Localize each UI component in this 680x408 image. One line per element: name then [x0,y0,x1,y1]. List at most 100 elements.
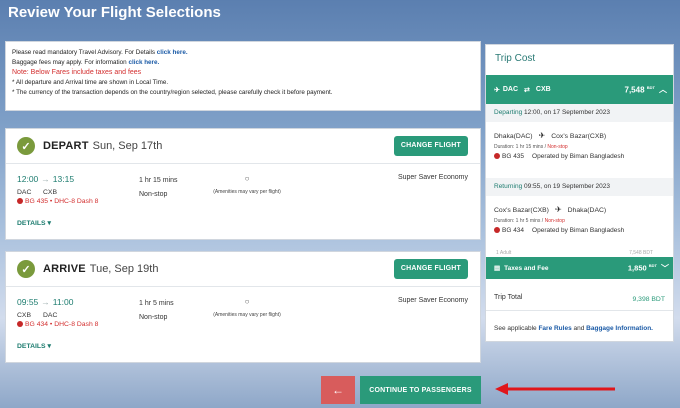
flight-number: BG 435 • DHC-8 Dash 8 [25,198,99,205]
tax-label: Taxes and Fee [504,264,549,272]
origin-code: DAC [17,189,32,196]
flight-duration: 1 hr 15 mins [139,177,178,184]
flight-number: BG 434 • DHC-8 Dash 8 [25,321,99,328]
segment-operator: BG 435 Operated by Biman Bangladesh [494,153,665,160]
plane-icon: ✈ [554,205,562,214]
trip-cost-title: Trip Cost [495,53,536,64]
departing-info: 12:00, on 17 September 2023 [524,109,611,116]
segment-duration-text: Duration: 1 hr 15 mins / [494,144,548,150]
returning-segment: Cox's Bazar(CXB) ✈ Dhaka(DAC) Duration: 1 … [486,196,673,252]
operator-name: Operated by Biman Bangladesh [532,153,625,160]
arrival-time: 11:00 [52,297,74,307]
tax-amount-value: 1,850 [627,263,647,273]
airline-info: BG 434 • DHC-8 Dash 8 [17,321,98,328]
arrow-right-icon: → [41,297,50,307]
local-time-note: * All departure and Arrival time are sho… [12,79,169,86]
stops: Non-stop [139,191,168,198]
return-flight-card: ✓ ARRIVE Tue, Sep 19th CHANGE FLIGHT 09:… [5,251,481,363]
segment-duration: Duration: 1 hr 15 mins / Non-stop [494,144,665,150]
change-flight-button[interactable]: CHANGE FLIGHT [393,136,468,156]
segment-to: Cox's Bazar(CXB) [551,133,607,140]
amenities: ○ (Amenities may vary per flight) [206,297,288,318]
route-summary-toggle[interactable]: ✈ DAC ⇄ CXB 7,548 BDT ︿ [486,75,673,104]
rules-pre: See applicable [494,325,539,332]
destination-code: CXB [43,189,57,196]
amenities-note: (Amenities may vary per flight) [213,189,281,195]
amenities: ○ (Amenities may vary per flight) [206,174,288,195]
back-button[interactable]: ← [321,376,355,404]
check-icon: ✓ [17,137,35,155]
destination-code: DAC [43,312,58,319]
segment-flight: BG 434 [502,227,525,234]
continue-to-passengers-button[interactable]: CONTINUE TO PASSENGERS [360,376,481,404]
amenities-note: (Amenities may vary per flight) [213,312,281,318]
check-icon: ✓ [17,260,35,278]
trip-total-row: Trip Total 9,398 BDT [486,289,673,311]
route-to: CXB [535,86,551,93]
departure-time: 12:00 [17,174,39,184]
airline-logo-icon [17,321,23,327]
baggage-line: Baggage fees may apply. For information … [12,58,474,68]
details-toggle[interactable]: DETAILS ▾ [17,342,51,350]
segment-from: Cox's Bazar(CXB) [494,207,549,214]
route-from: DAC [502,86,519,93]
departing-label: Departing [494,109,523,116]
departing-segment: Dhaka(DAC) ✈ Cox's Bazar(CXB) Duration: 1 … [486,122,673,178]
segment-route: Cox's Bazar(CXB) ✈ Dhaka(DAC) [494,205,665,214]
adult-count-obscured: 1 Adult [496,250,512,256]
fare-rules-link[interactable]: Fare Rules [538,325,571,332]
segment-stops: Non-stop [544,218,565,224]
baggage-info-link[interactable]: Baggage Information. [586,325,653,332]
arrow-right-icon: → [41,174,50,184]
returning-label-row: Returning 09:55, on 19 September 2023 [486,178,673,196]
airport-codes: CXB DAC [17,312,69,319]
trip-cost-panel: Trip Cost ✈ DAC ⇄ CXB 7,548 BDT ︿ Depart… [485,44,674,342]
fare-class: Super Saver Economy [397,174,468,181]
page-title: Review Your Flight Selections [8,4,221,21]
operator-name: Operated by Biman Bangladesh [532,227,625,234]
flight-times: 09:55 → 11:00 [17,297,73,307]
chevron-up-icon: ︿ [659,85,667,94]
tax-amount: 1,850 BDT [628,263,657,273]
departure-time: 09:55 [17,297,39,307]
change-flight-button[interactable]: CHANGE FLIGHT [393,259,468,279]
returning-label: Returning [494,183,523,190]
origin-code: CXB [17,312,31,319]
flight-date: Sun, Sep 17th [92,140,163,152]
pointer-arrow-icon [495,383,615,395]
segment-route: Dhaka(DAC) ✈ Cox's Bazar(CXB) [494,131,665,140]
total-amount: 9,398 BDT [632,296,666,303]
route-amount: 7,548 BDT [625,85,656,95]
segment-to: Dhaka(DAC) [567,207,607,214]
taxes-fee-toggle[interactable]: ▤ Taxes and Fee 1,850 BDT ﹀ [486,257,673,279]
airline-logo-icon [494,227,500,233]
segment-flight: BG 435 [502,153,525,160]
advisory-link[interactable]: click here. [157,49,188,56]
advisory-text: Please read mandatory Travel Advisory. F… [12,49,157,56]
details-toggle[interactable]: DETAILS ▾ [17,219,51,227]
rules-mid: and [571,325,587,332]
depart-flight-card: ✓ DEPART Sun, Sep 17th CHANGE FLIGHT 12:… [5,128,481,240]
currency: BDT [648,263,657,269]
duration-info: 1 hr 5 mins Non-stop [139,297,174,325]
advisory-line: Please read mandatory Travel Advisory. F… [12,48,474,58]
direction-label: ARRIVE [43,263,86,275]
flight-times: 12:00 → 13:15 [17,174,74,184]
receipt-icon: ▤ [494,265,501,272]
total-label: Trip Total [494,294,523,301]
airline-info: BG 435 • DHC-8 Dash 8 [17,198,98,205]
flight-duration: 1 hr 5 mins [139,300,174,307]
direction-label: DEPART [43,140,89,152]
fare-class: Super Saver Economy [397,297,468,304]
segment-from: Dhaka(DAC) [494,133,533,140]
route-amount-value: 7,548 [624,85,645,95]
segment-duration: Duration: 1 hr 5 mins / Non-stop [494,218,665,224]
baggage-link[interactable]: click here. [128,59,159,66]
arrival-time: 13:15 [52,174,75,184]
baggage-text: Baggage fees may apply. For information [12,59,129,66]
returning-info: 09:55, on 19 September 2023 [524,183,611,190]
amenity-icon: ○ [244,297,250,306]
segment-operator: BG 434 Operated by Biman Bangladesh [494,227,665,234]
plane-icon: ✈ [538,131,546,140]
stops: Non-stop [139,314,168,321]
